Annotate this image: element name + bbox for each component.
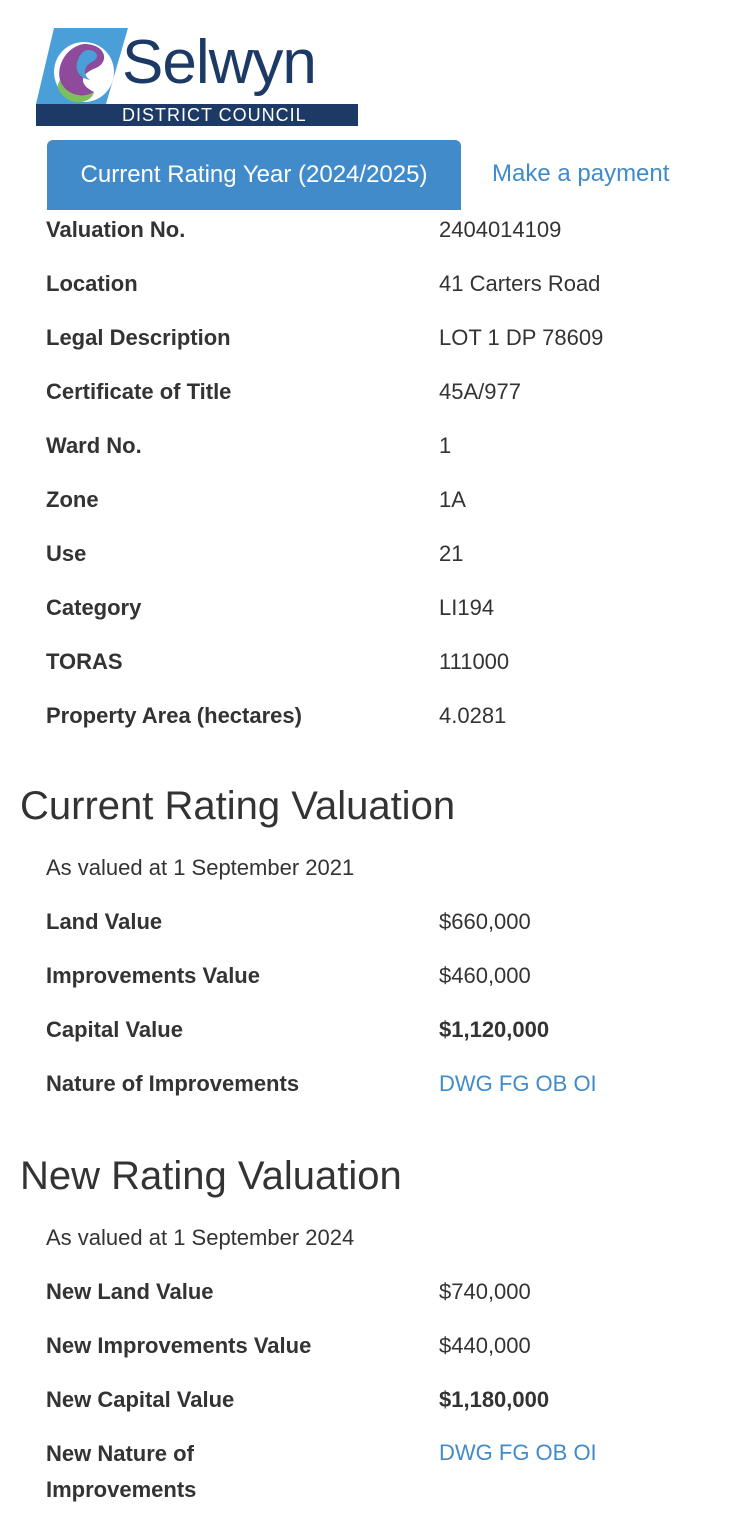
property-value: 1A — [439, 487, 466, 512]
valuation-value: $460,000 — [439, 963, 531, 988]
valuation-value: $740,000 — [439, 1279, 531, 1304]
logo-subtitle: DISTRICT COUNCIL — [122, 105, 307, 125]
property-label: Property Area (hectares) — [46, 703, 302, 728]
new-valuation-heading: New Rating Valuation — [20, 1154, 402, 1198]
valuation-row: Capital Value $1,120,000 — [46, 1017, 726, 1053]
tab-current-rating-year[interactable]: Current Rating Year (2024/2025) — [47, 140, 461, 210]
valuation-value: $440,000 — [439, 1333, 531, 1358]
new-nature-of-improvements-link[interactable]: DWG FG OB OI — [439, 1440, 597, 1466]
property-row: Property Area (hectares) 4.0281 — [46, 703, 726, 739]
property-row: Category LI194 — [46, 595, 726, 631]
valuation-row: New Capital Value $1,180,000 — [46, 1387, 726, 1423]
property-row: Ward No. 1 — [46, 433, 726, 469]
property-value: 45A/977 — [439, 379, 521, 404]
property-value: 2404014109 — [439, 217, 562, 242]
selwyn-logo: Selwyn DISTRICT COUNCIL — [36, 28, 360, 128]
valuation-row: Improvements Value $460,000 — [46, 963, 726, 999]
make-payment-link[interactable]: Make a payment — [492, 160, 669, 188]
property-row: Zone 1A — [46, 487, 726, 523]
valuation-row: Nature of Improvements DWG FG OB OI — [46, 1071, 726, 1107]
tab-current-rating-year-label: Current Rating Year (2024/2025) — [80, 161, 428, 188]
property-row: TORAS 111000 — [46, 649, 726, 685]
valuation-row: New Land Value $740,000 — [46, 1279, 726, 1315]
current-valuation-heading: Current Rating Valuation — [20, 784, 456, 828]
property-row: Location 41 Carters Road — [46, 271, 726, 307]
valuation-label: New Nature of Improvements — [46, 1441, 197, 1502]
property-label: Location — [46, 271, 138, 296]
valuation-label: New Capital Value — [46, 1387, 235, 1412]
property-value: LI194 — [439, 595, 495, 620]
property-value: 111000 — [439, 649, 510, 674]
property-label: Valuation No. — [46, 217, 186, 242]
property-value: 21 — [439, 541, 464, 566]
valuation-label: Improvements Value — [46, 963, 260, 988]
current-valuation-date: As valued at 1 September 2021 — [46, 855, 355, 880]
property-label: Category — [46, 595, 142, 620]
property-label: Ward No. — [46, 433, 142, 458]
valuation-row: New Nature of Improvements DWG FG OB OI — [46, 1436, 726, 1516]
capital-value: $1,120,000 — [439, 1017, 550, 1042]
valuation-value: $660,000 — [439, 909, 531, 934]
valuation-label: New Land Value — [46, 1279, 214, 1304]
property-label: Certificate of Title — [46, 379, 232, 404]
property-row: Use 21 — [46, 541, 726, 577]
property-row: Legal Description LOT 1 DP 78609 — [46, 325, 726, 361]
property-label: Use — [46, 541, 87, 566]
nature-of-improvements-link[interactable]: DWG FG OB OI — [439, 1071, 597, 1097]
property-value: 1 — [439, 433, 452, 458]
property-value: 4.0281 — [439, 703, 507, 728]
property-row: Certificate of Title 45A/977 — [46, 379, 726, 415]
valuation-label: Nature of Improvements — [46, 1071, 300, 1096]
valuation-label: New Improvements Value — [46, 1333, 312, 1358]
valuation-row: Land Value $660,000 — [46, 909, 726, 945]
property-label: Legal Description — [46, 325, 231, 350]
new-valuation-date: As valued at 1 September 2024 — [46, 1225, 355, 1250]
property-row: Valuation No. 2404014109 — [46, 217, 726, 253]
valuation-label: Capital Value — [46, 1017, 183, 1042]
property-value: LOT 1 DP 78609 — [439, 325, 604, 350]
property-value: 41 Carters Road — [439, 271, 601, 296]
property-label: TORAS — [46, 649, 123, 674]
logo-wordmark: Selwyn — [122, 28, 317, 97]
valuation-row: New Improvements Value $440,000 — [46, 1333, 726, 1369]
property-label: Zone — [46, 487, 99, 512]
new-capital-value: $1,180,000 — [439, 1387, 550, 1412]
valuation-label: Land Value — [46, 909, 163, 934]
